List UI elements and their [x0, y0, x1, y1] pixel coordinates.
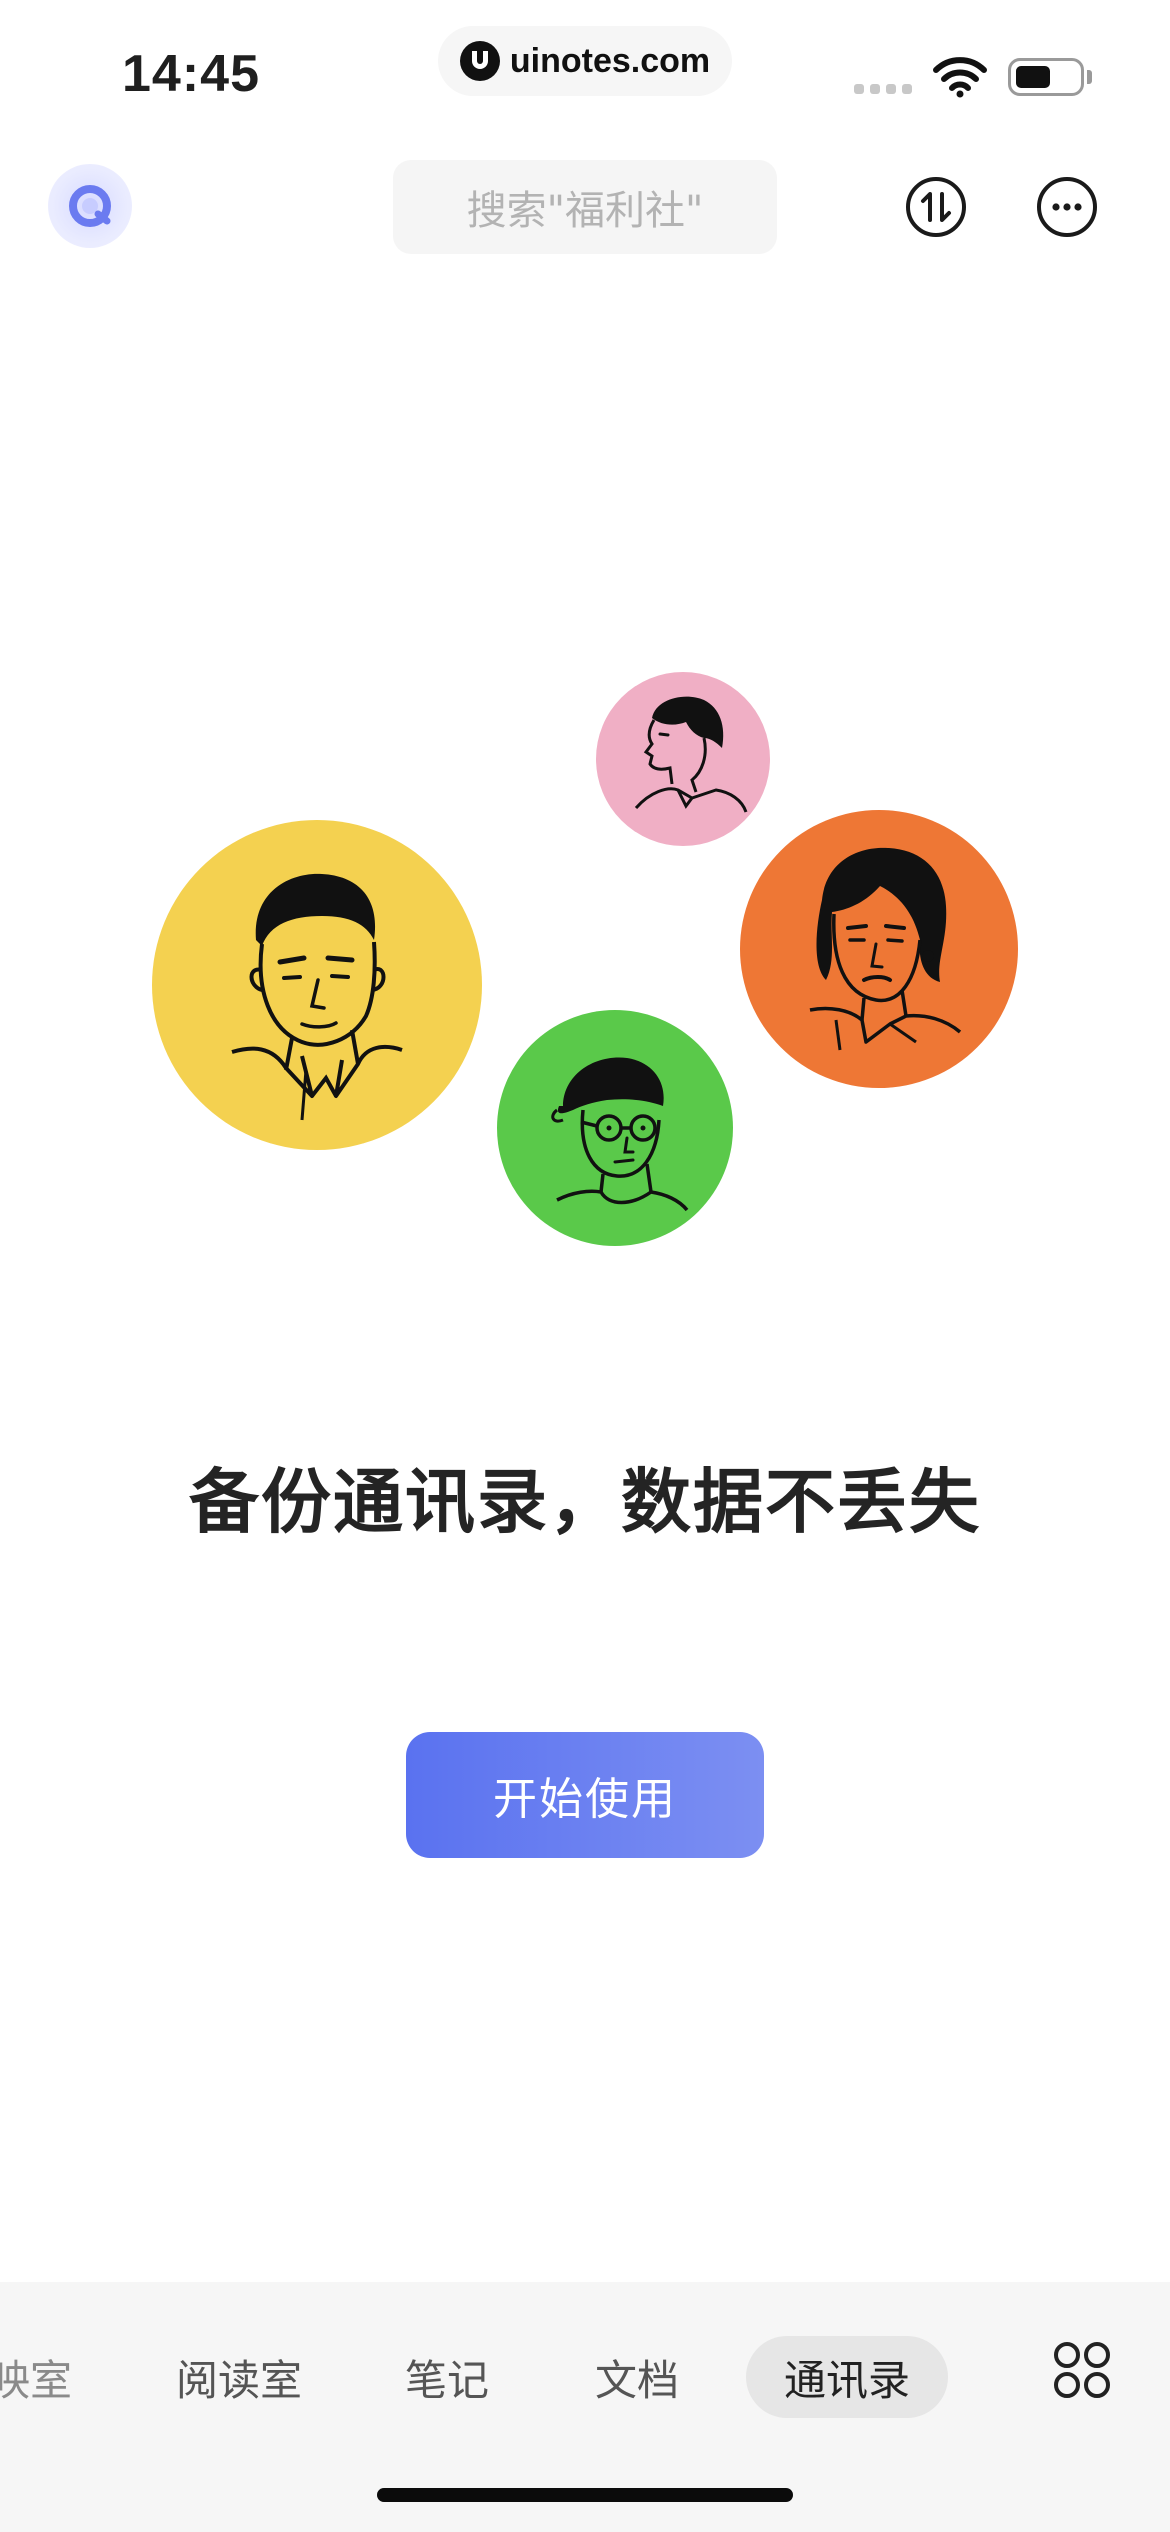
tab-notes[interactable]: 笔记 — [392, 2336, 502, 2418]
grid-icon[interactable] — [1052, 2340, 1112, 2400]
avatar-man-illustration — [152, 820, 482, 1150]
swirl-logo-icon — [69, 185, 111, 227]
avatar-glasses-illustration — [497, 1010, 733, 1246]
avatar-boy-profile-illustration — [596, 672, 770, 846]
tab-partial[interactable]: 映室 — [0, 2336, 80, 2418]
sort-toggle-icon[interactable] — [905, 176, 967, 238]
status-time: 14:45 — [122, 45, 260, 103]
start-using-button[interactable]: 开始使用 — [406, 1732, 764, 1858]
url-pill[interactable]: uinotes.com — [438, 26, 732, 96]
battery-icon — [1008, 58, 1084, 96]
url-text: uinotes.com — [509, 41, 711, 80]
tab-contacts[interactable]: 通讯录 — [746, 2336, 948, 2418]
home-indicator[interactable] — [377, 2488, 793, 2502]
page-headline: 备份通讯录，数据不丢失 — [189, 1461, 981, 1543]
tab-documents[interactable]: 文档 — [582, 2336, 692, 2418]
app-logo-icon[interactable] — [48, 164, 132, 248]
avatar-woman-illustration — [740, 810, 1018, 1088]
cellular-signal-icon — [854, 84, 912, 94]
site-logo-icon — [459, 41, 500, 81]
tab-reading-room[interactable]: 阅读室 — [164, 2336, 314, 2418]
battery-nub — [1087, 70, 1092, 84]
more-options-icon[interactable] — [1036, 176, 1098, 238]
wifi-icon — [933, 57, 987, 98]
search-input[interactable]: 搜索"福利社" — [393, 160, 777, 254]
